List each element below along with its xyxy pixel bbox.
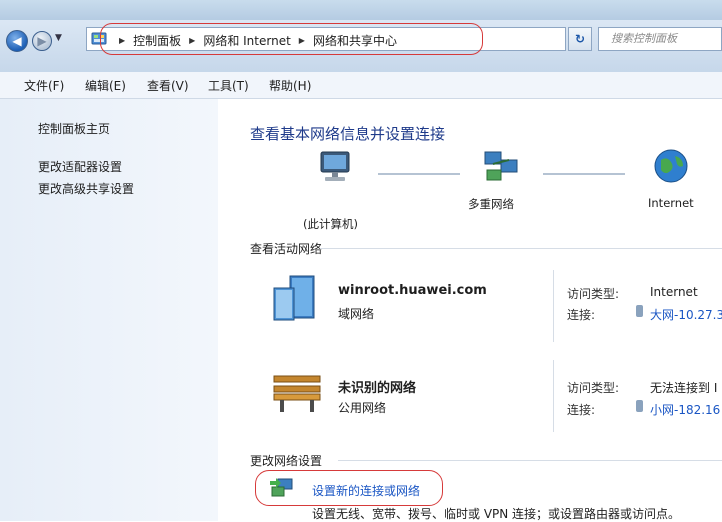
adapter-link[interactable]: 小网-182.16 xyxy=(650,401,720,418)
network-adapter-icon xyxy=(636,400,643,412)
access-type-label: 访问类型: xyxy=(567,381,620,395)
forward-button[interactable]: ▶ xyxy=(32,31,52,51)
back-arrow-icon: ◀ xyxy=(12,34,22,48)
sidebar-control-panel-home[interactable]: 控制面板主页 xyxy=(38,120,110,137)
change-network-settings-title: 更改网络设置 xyxy=(250,454,323,468)
menu-tools[interactable]: 工具(T) xyxy=(208,77,249,94)
menu-bar: 文件(F) 编辑(E) 查看(V) 工具(T) 帮助(H) xyxy=(0,72,722,99)
back-button[interactable]: ◀ xyxy=(6,30,28,52)
menu-file[interactable]: 文件(F) xyxy=(24,77,64,94)
refresh-icon: ↻ xyxy=(574,32,586,46)
recent-pages-dropdown[interactable]: ▼ xyxy=(55,33,62,43)
network-name: winroot.huawei.com xyxy=(338,283,487,298)
access-type-value: 无法连接到 I xyxy=(650,381,718,395)
connections-label: 连接: xyxy=(567,308,596,322)
menu-edit[interactable]: 编辑(E) xyxy=(85,77,126,94)
network-type-link[interactable]: 公用网络 xyxy=(338,399,386,416)
domain-network-icon xyxy=(273,275,315,321)
connections-label: 连接: xyxy=(567,403,596,417)
page-title: 查看基本网络信息并设置连接 xyxy=(250,125,446,143)
internet-globe-icon xyxy=(654,149,688,183)
adapter-link[interactable]: 大网-10.27.3 xyxy=(650,306,722,323)
menu-help[interactable]: 帮助(H) xyxy=(269,77,311,94)
search-placeholder: 搜索控制面板 xyxy=(611,32,677,45)
section-divider xyxy=(320,248,722,249)
address-highlight-annotation xyxy=(100,23,483,55)
sidebar-change-advanced-sharing[interactable]: 更改高级共享设置 xyxy=(38,180,134,197)
access-type-value: Internet xyxy=(650,285,698,299)
new-connection-description: 设置无线、宽带、拨号、临时或 VPN 连接；或设置路由器或访问点。 xyxy=(312,507,681,521)
network-type-link[interactable]: 域网络 xyxy=(338,305,374,322)
active-networks-title: 查看活动网络 xyxy=(250,242,323,256)
new-connection-highlight-annotation xyxy=(255,470,443,506)
map-connector xyxy=(543,173,625,175)
column-divider xyxy=(553,270,554,342)
access-type-label: 访问类型: xyxy=(567,287,620,301)
this-computer-label: (此计算机) xyxy=(303,217,358,231)
map-connector xyxy=(378,173,460,175)
internet-label[interactable]: Internet xyxy=(648,196,694,210)
menu-view[interactable]: 查看(V) xyxy=(147,77,189,94)
network-name: 未识别的网络 xyxy=(338,381,417,396)
forward-arrow-icon: ▶ xyxy=(37,34,47,48)
sidebar-change-adapter-settings[interactable]: 更改适配器设置 xyxy=(38,158,122,175)
refresh-button[interactable]: ↻ xyxy=(568,27,592,51)
multiple-networks-icon xyxy=(484,151,518,181)
computer-icon xyxy=(320,151,350,181)
search-input[interactable]: 搜索控制面板 xyxy=(598,27,722,51)
column-divider xyxy=(553,360,554,432)
public-network-bench-icon xyxy=(273,375,321,412)
network-adapter-icon xyxy=(636,305,643,317)
section-divider xyxy=(338,460,722,461)
multiple-networks-label[interactable]: 多重网络 xyxy=(468,196,514,212)
